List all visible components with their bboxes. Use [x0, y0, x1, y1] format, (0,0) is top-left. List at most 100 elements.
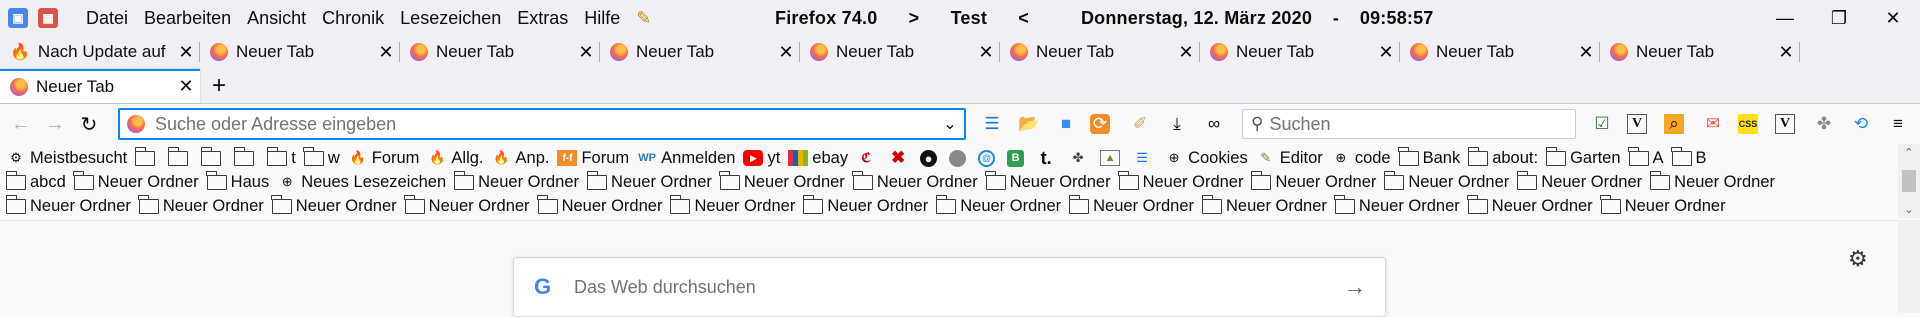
close-tab-icon[interactable]: ✕ [1372, 42, 1400, 63]
bookmark-folder[interactable]: Neuer Ordner [138, 194, 264, 216]
puzzle-icon[interactable]: ✤ [1812, 112, 1836, 136]
back-icon[interactable]: ← [4, 107, 38, 141]
bookmark-forum-2[interactable]: f-f Forum [557, 149, 629, 168]
bookmark-folder[interactable]: Neuer Ordner [669, 194, 795, 216]
bookmark-ebay[interactable]: ebay [788, 149, 848, 168]
scroll-icon[interactable]: ✉ [1701, 112, 1725, 136]
v-extension-2-icon[interactable]: V [1775, 114, 1795, 134]
chevron-down-icon[interactable]: ⌄ [1904, 203, 1913, 216]
hamburger-menu-icon[interactable]: ≡ [1886, 112, 1910, 136]
v-extension-icon[interactable]: V [1627, 114, 1647, 134]
folder-icon[interactable] [233, 146, 255, 166]
close-window-icon[interactable]: ✕ [1866, 0, 1920, 36]
url-input[interactable] [155, 113, 935, 135]
folder-icon[interactable] [200, 146, 222, 166]
bookmark-image[interactable]: ▲ [1100, 150, 1124, 166]
bookmarks-scrollbar[interactable]: ⌃ ⌄ [1898, 144, 1920, 218]
tab[interactable]: Neuer Tab ✕ [1000, 36, 1200, 68]
bookmark-folder[interactable]: Neuer Ordner [1334, 194, 1460, 216]
bookmark-folder[interactable]: Neuer Ordner [719, 170, 845, 192]
bookmark-gray-circle[interactable] [949, 149, 970, 167]
tab[interactable]: Neuer Tab ✕ [1400, 36, 1600, 68]
tab[interactable]: Neuer Tab ✕ [200, 36, 400, 68]
chevron-down-icon[interactable]: ⌄ [935, 114, 965, 134]
menu-lesezeichen[interactable]: Lesezeichen [392, 8, 509, 29]
menu-extras[interactable]: Extras [509, 8, 576, 29]
search-bar[interactable]: ⚲ [1242, 109, 1576, 139]
search-input[interactable] [1269, 113, 1575, 135]
close-tab-icon[interactable]: ✕ [572, 42, 600, 63]
folder-icon[interactable] [167, 146, 189, 166]
bookmark-folder-w[interactable]: w [303, 146, 340, 168]
bookmark-folder[interactable]: Neuer Ordner [1649, 170, 1775, 192]
download-icon[interactable]: ⤓ [1165, 112, 1189, 136]
tab[interactable]: Neuer Tab ✕ [1200, 36, 1400, 68]
bookmark-folder[interactable]: Neuer Ordner [1118, 170, 1243, 192]
minimize-icon[interactable]: — [1758, 0, 1812, 36]
menu-datei[interactable]: Datei [78, 8, 136, 29]
bookmark-forum[interactable]: 🔥 Forum [348, 149, 420, 168]
arrow-right-icon[interactable]: → [1325, 274, 1385, 300]
tab-active[interactable]: Neuer Tab ✕ [0, 68, 200, 103]
bookmark-folder-about[interactable]: about: [1467, 146, 1538, 168]
gear-icon[interactable]: ⚙ [1848, 246, 1868, 272]
web-search-box[interactable]: G → [513, 257, 1386, 317]
menu-hilfe[interactable]: Hilfe [576, 8, 628, 29]
bookmark-red-icon[interactable]: ℭ [856, 150, 880, 166]
menu-chronik[interactable]: Chronik [314, 8, 392, 29]
bookmark-t-dot[interactable]: t. [1036, 148, 1060, 168]
bookmark-folder-b[interactable]: B [1671, 146, 1707, 168]
close-tab-icon[interactable]: ✕ [1172, 42, 1200, 63]
bookmark-folder[interactable]: Neuer Ordner [1201, 194, 1327, 216]
bookmark-green[interactable]: B [1007, 149, 1028, 167]
folder-icon[interactable] [134, 146, 156, 166]
bookmark-folder[interactable]: Neuer Ordner [1467, 194, 1593, 216]
bookmark-github[interactable]: ● [920, 149, 941, 167]
window-icon[interactable]: ▣ [8, 8, 28, 28]
forward-icon[interactable]: → [38, 107, 72, 141]
bookmark-folder-bank[interactable]: Bank [1398, 146, 1460, 168]
reload-icon[interactable]: ↻ [72, 107, 106, 141]
sidebar-icon[interactable]: ☰ [980, 112, 1004, 136]
close-tab-icon[interactable]: ✕ [772, 42, 800, 63]
bookmark-neues-lesezeichen[interactable]: ⊕ Neues Lesezeichen [277, 173, 446, 192]
bookmark-folder[interactable]: Neuer Ordner [5, 194, 131, 216]
calendar-icon[interactable]: ▦ [38, 8, 58, 28]
tab[interactable]: Neuer Tab ✕ [800, 36, 1000, 68]
bookmark-folder[interactable]: Neuer Ordner [537, 194, 662, 216]
bookmark-folder[interactable]: Neuer Ordner [985, 170, 1111, 192]
close-tab-icon[interactable]: ✕ [372, 42, 400, 63]
refresh-globe-icon[interactable]: ⟲ [1849, 112, 1873, 136]
bookmark-puzzle[interactable]: ✤ [1068, 150, 1092, 166]
bookmark-folder-a[interactable]: A [1628, 146, 1664, 168]
bookmark-folder[interactable]: Neuer Ordner [1516, 170, 1642, 192]
bookmark-folder[interactable]: Neuer Ordner [73, 170, 199, 192]
tab[interactable]: Neuer Tab ✕ [600, 36, 800, 68]
chevron-up-icon[interactable]: ⌃ [1904, 146, 1913, 159]
open-folder-icon[interactable]: 📂 [1017, 112, 1041, 136]
new-tab-button[interactable]: + [200, 70, 238, 102]
close-tab-icon[interactable]: ✕ [1772, 42, 1800, 63]
bookmark-folder[interactable]: Neuer Ordner [1600, 194, 1726, 216]
bookmark-editor[interactable]: ✎ Editor [1256, 149, 1323, 168]
bookmark-cookies[interactable]: ⊕ Cookies [1164, 149, 1248, 168]
close-tab-icon[interactable]: ✕ [172, 42, 200, 63]
page-scrollbar[interactable] [1898, 220, 1920, 313]
bookmark-anp[interactable]: 🔥 Anp. [492, 149, 549, 168]
sync-extension-icon[interactable]: ⟳ [1090, 114, 1110, 134]
menu-bearbeiten[interactable]: Bearbeiten [136, 8, 239, 29]
close-tab-icon[interactable]: ✕ [972, 42, 1000, 63]
menu-ansicht[interactable]: Ansicht [239, 8, 314, 29]
bookmark-blue-list[interactable]: ☰ [1132, 150, 1156, 166]
bookmark-anmelden[interactable]: WP Anmelden [637, 149, 735, 168]
bookmark-folder[interactable]: Neuer Ordner [935, 194, 1061, 216]
bookmark-folder[interactable]: abcd [5, 170, 66, 192]
magnifier-extension-icon[interactable]: ⌕ [1664, 114, 1684, 134]
bookmark-folder-garten[interactable]: Garten [1545, 146, 1621, 168]
bookmark-folder[interactable]: Haus [206, 170, 269, 192]
bookmark-folder[interactable]: Neuer Ordner [802, 194, 928, 216]
bookmark-x[interactable]: ✖ [888, 148, 912, 167]
url-bar[interactable]: ⌄ [118, 108, 966, 140]
mask-icon[interactable]: ∞ [1202, 112, 1226, 136]
tab[interactable]: Neuer Tab ✕ [400, 36, 600, 68]
